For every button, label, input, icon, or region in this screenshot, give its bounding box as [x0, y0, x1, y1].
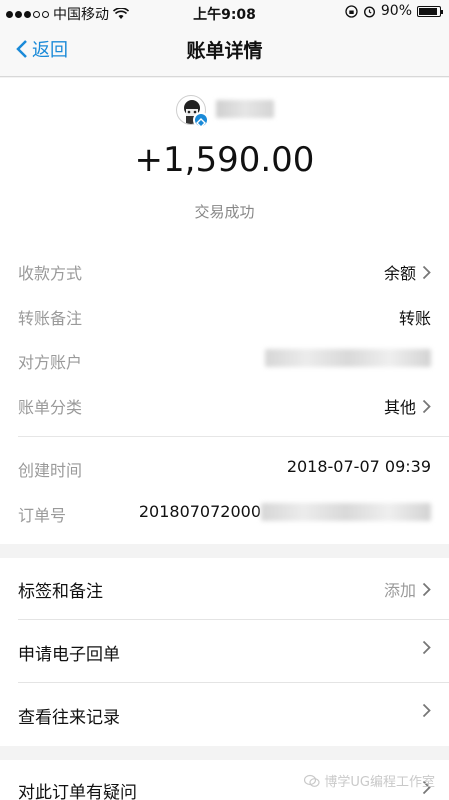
- transaction-amount: +1,590.00: [134, 140, 315, 180]
- payment-method-value: 余额: [383, 264, 416, 283]
- order-number-blurred: [261, 502, 431, 521]
- item-right: 添加: [384, 577, 431, 601]
- alarm-icon: [363, 5, 375, 18]
- row-label: 对方账户: [18, 353, 83, 372]
- actions-list: 标签和备注 添加 申请电子回单 查看往来记录: [0, 558, 449, 746]
- status-right: 90%: [345, 3, 443, 19]
- battery-percent: 90%: [380, 3, 412, 19]
- bill-category-row[interactable]: 账单分类 其他: [0, 383, 449, 427]
- rotation-lock-icon: [345, 4, 358, 18]
- transfer-note-row: 转账备注 转账: [0, 294, 449, 338]
- chevron-right-icon: [422, 582, 431, 596]
- counterparty-name-blurred: [216, 100, 274, 118]
- item-right: [416, 640, 431, 655]
- row-label: 收款方式: [18, 264, 83, 283]
- transaction-details: 收款方式 余额 转账备注 转账 对方账户 账单分类 其他 创建时间 2018-0…: [0, 238, 449, 544]
- row-label: 账单分类: [18, 398, 83, 417]
- wechat-icon: [304, 774, 321, 787]
- chevron-right-icon: [422, 640, 431, 655]
- created-time-value: 2018-07-07 09:39: [286, 457, 431, 476]
- transaction-status: 交易成功: [194, 203, 255, 221]
- battery-icon: [417, 5, 443, 17]
- counterparty-account-blurred: [265, 349, 431, 367]
- watermark-text: 博学UG编程工作室: [324, 775, 435, 790]
- order-number-value: 201807072000: [139, 502, 431, 521]
- chevron-right-icon: [422, 399, 431, 413]
- chevron-right-icon: [422, 265, 431, 279]
- row-value: 其他: [384, 394, 431, 418]
- e-receipt-item[interactable]: 申请电子回单: [0, 621, 449, 683]
- status-bar: 中国移动 上午9:08 90%: [0, 0, 449, 24]
- divider: [18, 619, 449, 620]
- watermark: 博学UG编程工作室: [304, 771, 435, 790]
- add-hint: 添加: [383, 581, 416, 600]
- item-label: 申请电子回单: [18, 645, 120, 665]
- row-label: 创建时间: [18, 461, 83, 480]
- transfer-note-value: 转账: [398, 309, 431, 328]
- order-number-prefix: 201807072000: [138, 502, 261, 521]
- item-right: [416, 703, 431, 718]
- order-number-row: 订单号 201807072000: [0, 491, 449, 535]
- item-label: 查看往来记录: [18, 708, 120, 728]
- bill-category-value: 其他: [383, 398, 416, 417]
- history-item[interactable]: 查看往来记录: [0, 684, 449, 746]
- item-label: 标签和备注: [18, 582, 103, 602]
- item-label: 对此订单有疑问: [18, 783, 137, 800]
- created-time-row: 创建时间 2018-07-07 09:39: [0, 446, 449, 490]
- chevron-right-icon: [422, 703, 431, 718]
- row-value: 余额: [384, 260, 431, 284]
- nav-bar: 返回 账单详情: [0, 24, 449, 77]
- verified-badge-icon: [193, 112, 209, 128]
- tags-notes-item[interactable]: 标签和备注 添加: [0, 558, 449, 620]
- counterparty-account-row: 对方账户: [0, 338, 449, 382]
- page-title: 账单详情: [186, 40, 263, 62]
- divider: [18, 436, 449, 437]
- row-label: 转账备注: [18, 309, 83, 328]
- transaction-header: +1,590.00 交易成功: [0, 78, 449, 238]
- row-label: 订单号: [18, 506, 67, 525]
- payment-method-row[interactable]: 收款方式 余额: [0, 249, 449, 293]
- divider: [18, 682, 449, 683]
